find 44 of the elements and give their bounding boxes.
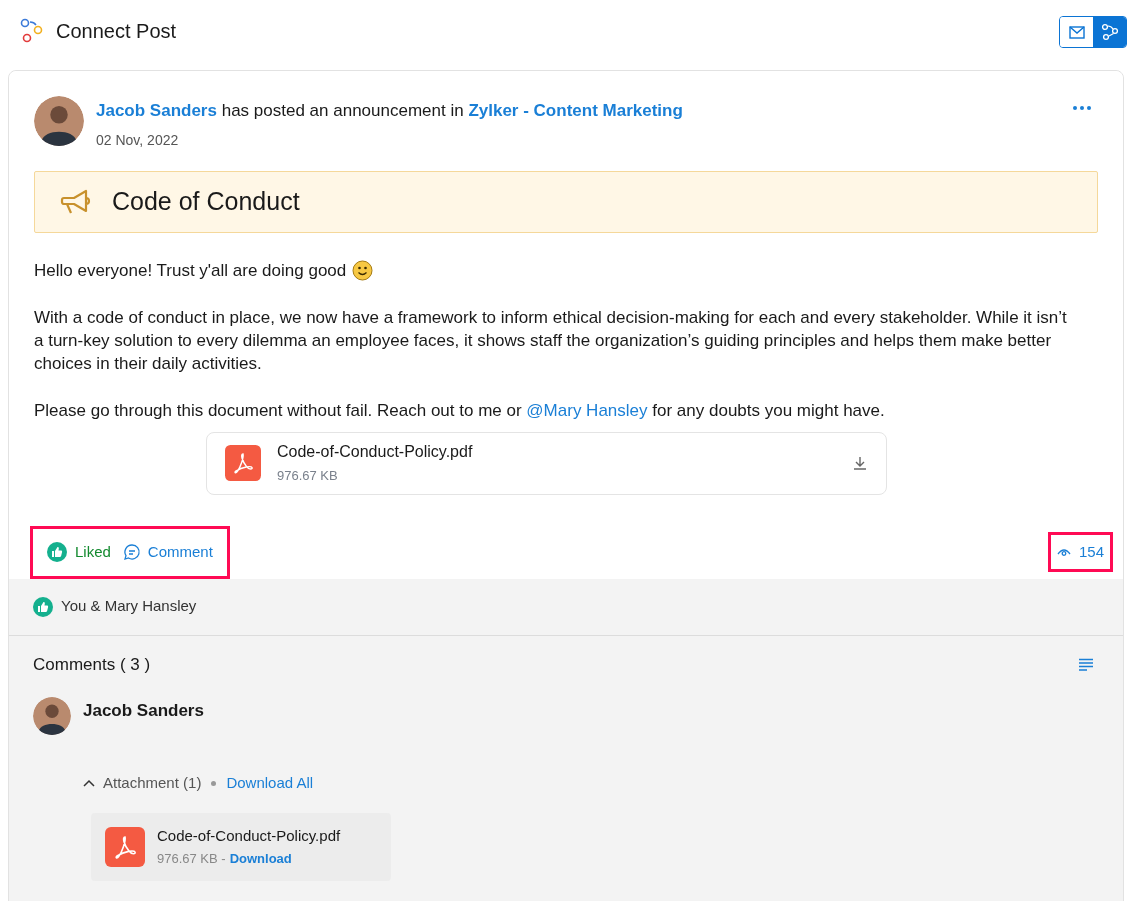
thumbs-up-icon bbox=[33, 596, 53, 617]
attachment-toggle[interactable]: Attachment (1) bbox=[83, 772, 202, 795]
chat-bubble-icon bbox=[122, 543, 141, 561]
like-button[interactable]: Liked bbox=[47, 540, 111, 564]
attachment-card[interactable]: Code-of-Conduct-Policy.pdf 976.67 KB bbox=[206, 431, 887, 495]
views-count[interactable]: 154 bbox=[1056, 540, 1104, 564]
list-lines-icon bbox=[1078, 657, 1094, 671]
likes-summary: You & Mary Hansley bbox=[61, 596, 197, 617]
attachment-card[interactable]: Code-of-Conduct-Policy.pdf 976.67 KB - Download bbox=[91, 812, 391, 881]
post-paragraph: Please go through this document without fail. Reach out to me or @Mary Hansley for any doubts you might have. bbox=[34, 399, 886, 422]
commenter-name: Jacob Sanders bbox=[83, 700, 204, 723]
eye-icon bbox=[1056, 547, 1071, 557]
download-all-link[interactable]: Download All bbox=[226, 772, 314, 795]
file-size: 976.67 KB bbox=[277, 467, 339, 486]
mention-link[interactable]: @Mary Hansley bbox=[526, 400, 648, 420]
thumbs-up-icon bbox=[47, 542, 67, 562]
envelope-icon bbox=[1068, 25, 1085, 39]
avatar-silhouette-icon bbox=[34, 96, 84, 146]
post-byline: Jacob Sanders has posted an announcement in Zylker - Content Marketing bbox=[96, 100, 684, 122]
caret-icon bbox=[83, 779, 95, 788]
author-link[interactable]: Jacob Sanders bbox=[96, 101, 217, 120]
announcement-title: Code of Conduct bbox=[112, 185, 300, 217]
post-paragraph: With a code of conduct in place, we now have a framework to inform ethical decision-making for each and every stakeholder. While it isn’t a turn-key solution to every dilemma an employee faces, it shows staff the organization’s guiding principles and helps them make better choices in their daily activities. bbox=[34, 306, 1068, 375]
connect-view-button[interactable] bbox=[1093, 17, 1126, 47]
download-link[interactable]: Download bbox=[229, 849, 292, 869]
page-title: Connect Post bbox=[56, 19, 177, 44]
more-dots-icon bbox=[1073, 106, 1091, 110]
post-paragraph: Hello everyone! Trust y'all are doing good bbox=[34, 259, 347, 282]
pdf-file-icon bbox=[105, 826, 145, 867]
download-icon bbox=[852, 455, 868, 471]
connect-nodes-icon bbox=[1100, 23, 1119, 41]
comment-button[interactable]: Comment bbox=[122, 540, 213, 564]
comments-heading: Comments ( 3 ) bbox=[33, 653, 151, 676]
sort-list-button[interactable] bbox=[1078, 657, 1094, 671]
more-options-button[interactable] bbox=[1071, 104, 1093, 112]
avatar-silhouette-icon bbox=[33, 697, 71, 735]
pdf-file-icon bbox=[225, 445, 261, 481]
connect-logo-icon bbox=[18, 18, 44, 44]
file-name: Code-of-Conduct-Policy.pdf bbox=[157, 825, 341, 846]
post-date: 02 Nov, 2022 bbox=[96, 130, 180, 150]
dot-separator-icon bbox=[211, 780, 217, 786]
group-link[interactable]: Zylker - Content Marketing bbox=[468, 101, 683, 120]
file-size: 976.67 KB - bbox=[157, 850, 226, 868]
file-name: Code-of-Conduct-Policy.pdf bbox=[277, 442, 474, 463]
